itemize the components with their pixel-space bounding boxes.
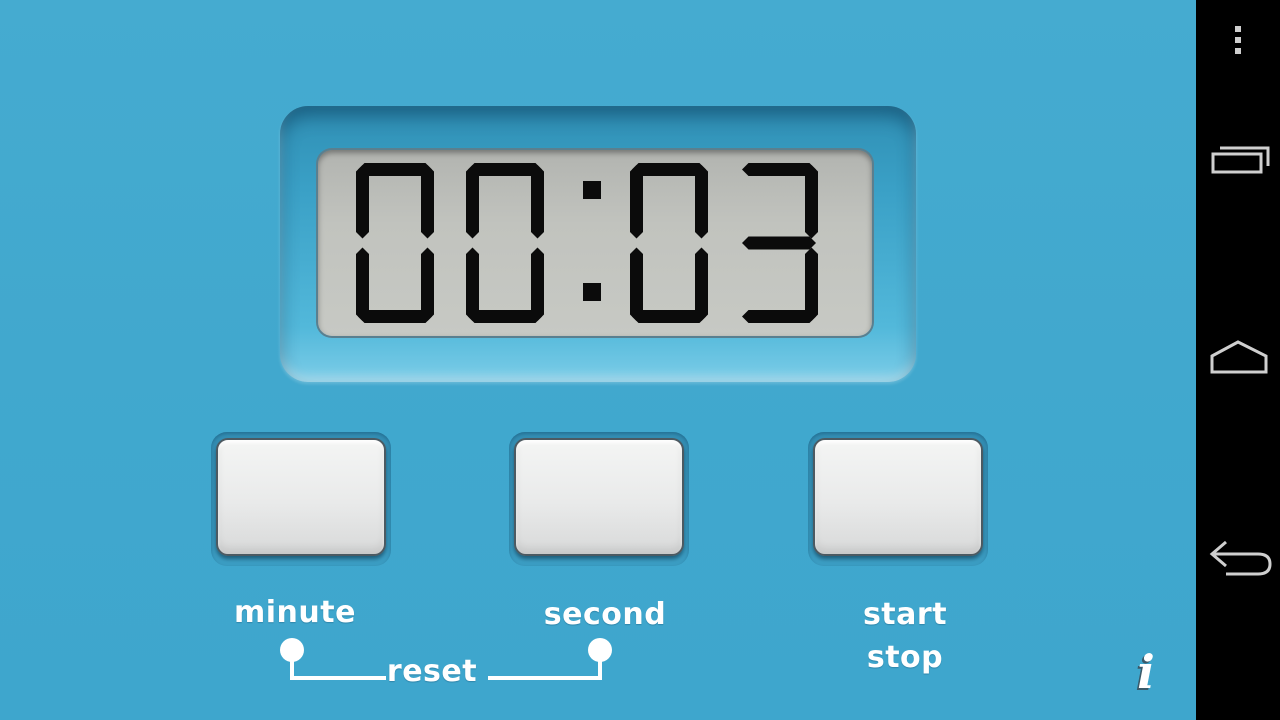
info-icon[interactable]: i <box>1126 646 1166 698</box>
home-icon[interactable] <box>1196 334 1280 384</box>
reset-label: reset <box>386 654 478 689</box>
recents-icon[interactable] <box>1196 136 1280 186</box>
timer-app: minute second start stop reset i <box>0 0 1196 720</box>
reset-line-right <box>488 650 602 680</box>
system-nav-bar <box>1196 0 1280 720</box>
reset-line-left <box>290 650 386 680</box>
reset-bracket <box>280 638 612 680</box>
overflow-menu-icon[interactable] <box>1196 20 1280 60</box>
back-icon[interactable] <box>1196 534 1280 584</box>
